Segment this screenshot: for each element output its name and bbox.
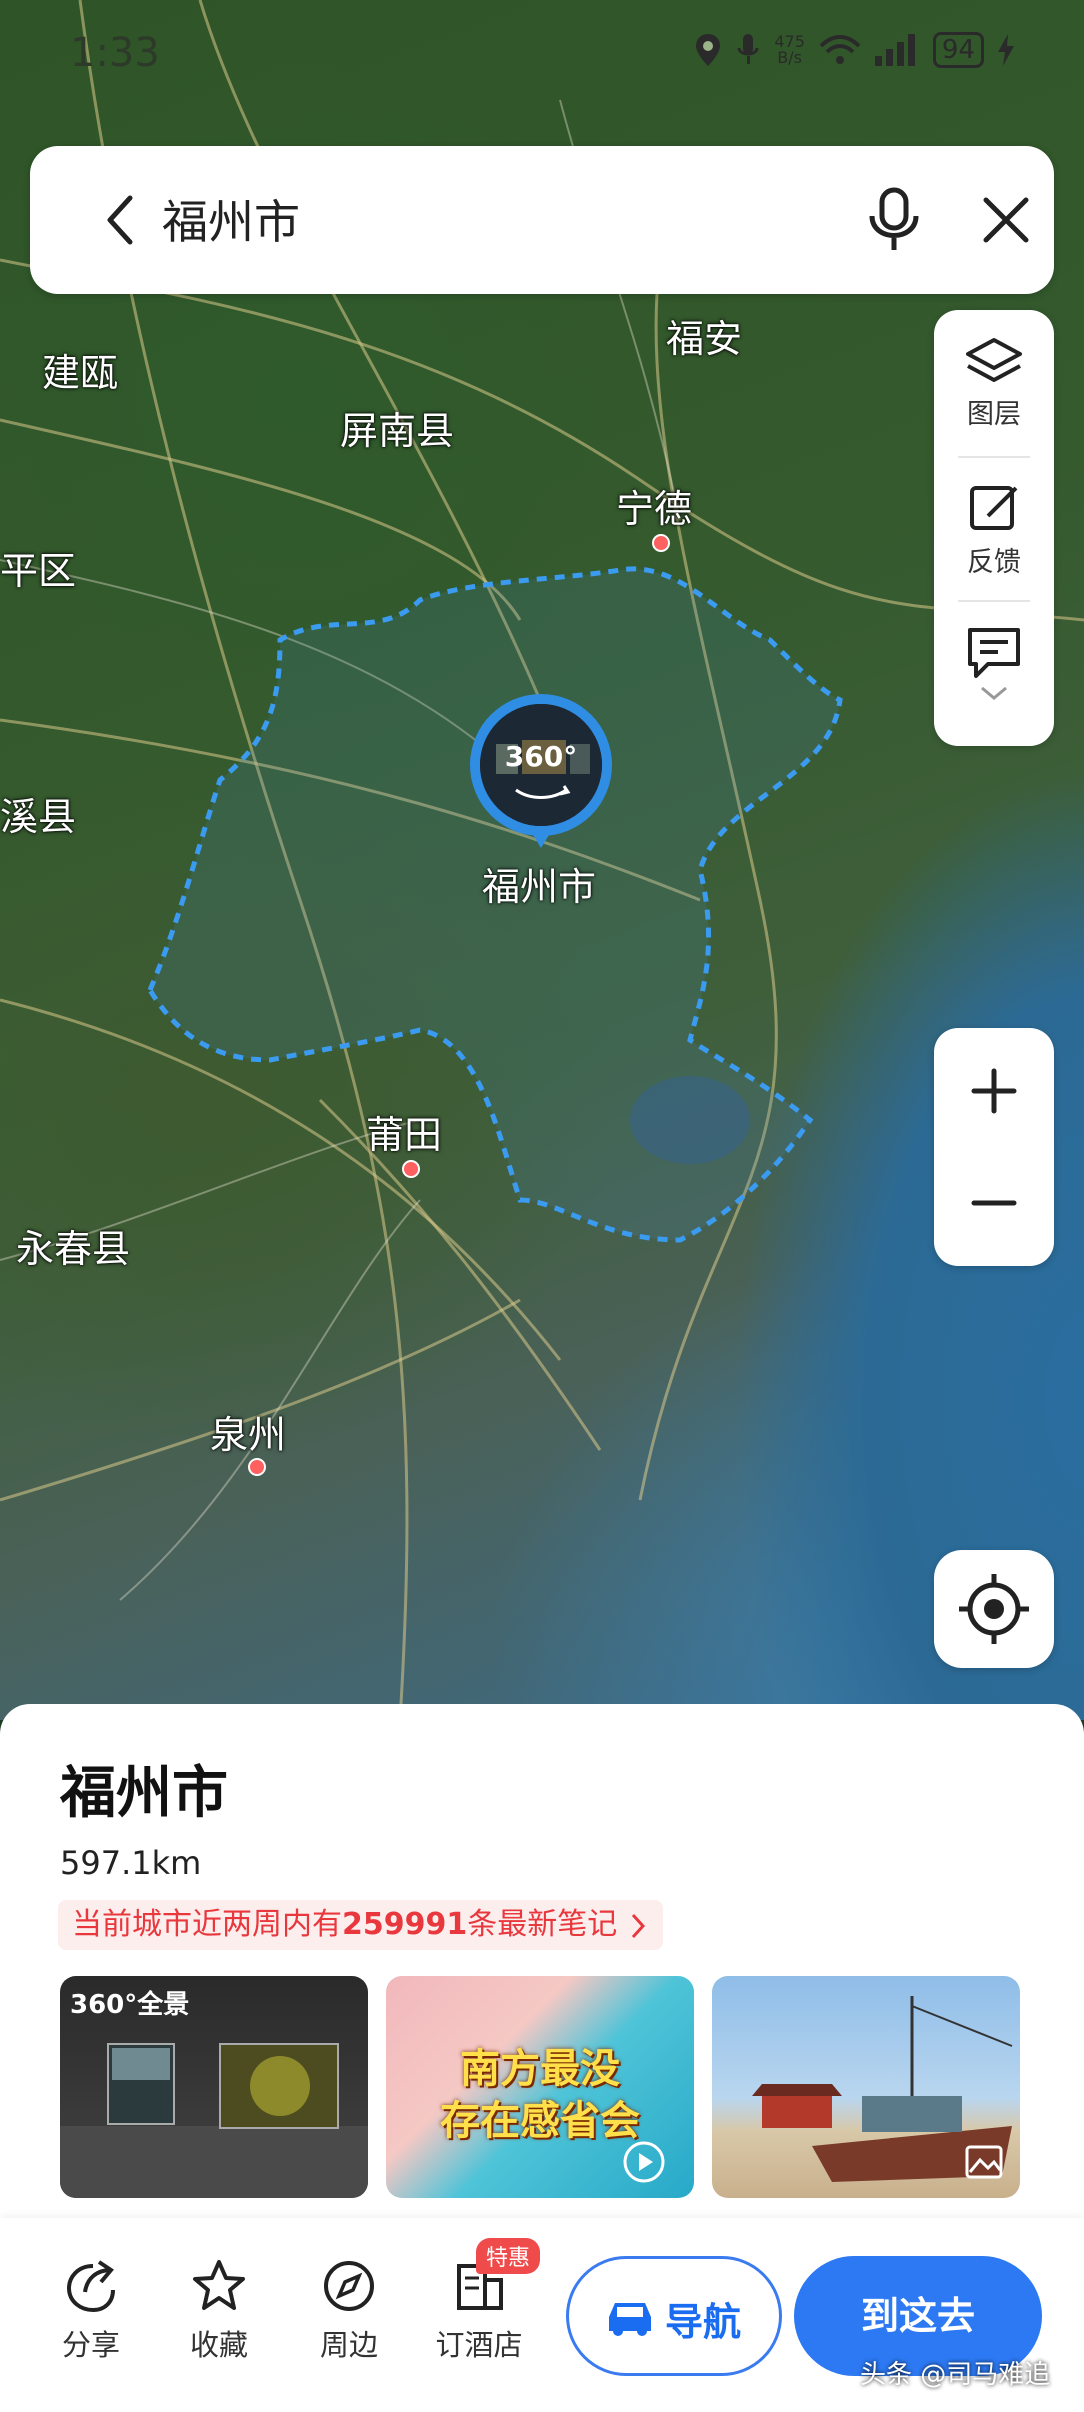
- map-tools-panel: 图层 反馈: [934, 310, 1054, 746]
- zoom-in-icon[interactable]: [934, 1036, 1054, 1146]
- network-speed: 475 B/s: [774, 32, 805, 67]
- bottom-action-bar: 分享 收藏 周边 订酒店 特惠 导航 到这去 头条 @司马难追: [0, 2218, 1084, 2412]
- feedback-icon: [970, 486, 1018, 530]
- battery-indicator: 94: [932, 32, 984, 68]
- place-label: 建瓯: [42, 351, 119, 395]
- wifi-icon: [819, 35, 861, 64]
- messages-button[interactable]: [934, 624, 1054, 708]
- panorama-thumbnail: 360°: [480, 704, 602, 826]
- watermark: 头条 @司马难追: [860, 2360, 1051, 2390]
- search-query[interactable]: 福州市: [162, 186, 300, 252]
- video-photo[interactable]: 南方最没 存在感省会: [386, 1976, 694, 2198]
- hotel-promo-badge: 特惠: [476, 2238, 541, 2274]
- layers-icon: [966, 338, 1022, 382]
- city-dot: [402, 1160, 420, 1178]
- zoom-out-icon[interactable]: [934, 1148, 1054, 1258]
- signal-icon: [874, 34, 915, 66]
- place-title: 福州市: [60, 1761, 228, 1826]
- back-icon[interactable]: [92, 190, 152, 250]
- notes-count: 259991: [342, 1907, 468, 1942]
- chevron-right-icon: [631, 1913, 645, 1938]
- city-dot: [652, 534, 670, 552]
- navigate-label: 导航: [665, 2300, 742, 2344]
- image-icon: [965, 2145, 1003, 2179]
- status-bar: 1:33 475 B/s 94: [0, 0, 1084, 110]
- video-caption-line2: 存在感省会: [440, 2098, 640, 2144]
- layers-button[interactable]: 图层: [934, 336, 1054, 431]
- place-label: 宁德: [616, 487, 693, 531]
- zoom-controls: [934, 1028, 1054, 1266]
- place-label: 平区: [0, 549, 77, 593]
- mic-status-icon: [737, 34, 759, 64]
- place-label: 福安: [666, 317, 743, 361]
- star-icon: [193, 2260, 245, 2310]
- video-caption-line1: 南方最没: [460, 2046, 620, 2092]
- voice-input-icon[interactable]: [862, 186, 926, 254]
- layers-label: 图层: [967, 399, 1021, 430]
- place-label: 泉州: [210, 1413, 287, 1457]
- message-icon: [968, 628, 1020, 678]
- panorama-marker[interactable]: 360°: [470, 694, 612, 848]
- feedback-button[interactable]: 反馈: [934, 480, 1054, 579]
- hotel-label: 订酒店: [435, 2328, 523, 2362]
- locate-icon: [959, 1574, 1029, 1644]
- nearby-button[interactable]: 周边: [294, 2258, 404, 2364]
- nearby-label: 周边: [319, 2328, 378, 2362]
- compass-icon: [324, 2261, 374, 2311]
- feedback-label: 反馈: [967, 547, 1021, 578]
- favorite-button[interactable]: 收藏: [164, 2258, 274, 2364]
- place-label: 永春县: [16, 1227, 131, 1271]
- place-distance: 597.1km: [60, 1844, 202, 1882]
- notes-prefix: 当前城市近两周内有: [72, 1907, 342, 1942]
- place-label: 溪县: [0, 795, 77, 839]
- search-bar[interactable]: 福州市: [30, 146, 1054, 294]
- charging-icon: [998, 34, 1014, 66]
- close-icon[interactable]: [976, 190, 1036, 250]
- place-label: 莆田: [366, 1113, 443, 1157]
- city-dot: [248, 1458, 266, 1476]
- notes-suffix: 条最新笔记: [467, 1907, 618, 1942]
- place-label: 屏南县: [340, 409, 455, 453]
- navigate-button[interactable]: 导航: [566, 2256, 782, 2376]
- play-icon: [623, 2141, 665, 2183]
- share-button[interactable]: 分享: [36, 2258, 146, 2364]
- notes-banner[interactable]: 当前城市近两周内有259991条最新笔记: [58, 1900, 663, 1950]
- car-icon: [609, 2303, 651, 2336]
- status-time: 1:33: [70, 30, 160, 76]
- city-marker-label: 福州市: [482, 865, 597, 909]
- favorite-label: 收藏: [189, 2328, 248, 2362]
- panorama-label: 360°: [504, 740, 578, 773]
- image-photo[interactable]: [712, 1976, 1020, 2198]
- share-label: 分享: [61, 2328, 120, 2362]
- panorama-badge: 360°全景: [70, 1990, 190, 2020]
- chevron-down-icon[interactable]: [978, 684, 1010, 704]
- share-icon: [66, 2260, 115, 2313]
- location-icon: [696, 34, 721, 66]
- panorama-photo[interactable]: 360°全景: [60, 1976, 368, 2198]
- locate-button[interactable]: [934, 1550, 1054, 1668]
